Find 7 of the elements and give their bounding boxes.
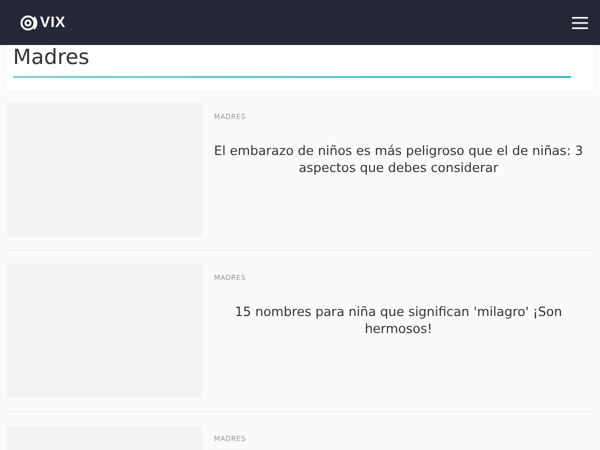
menu-button[interactable] — [570, 14, 590, 30]
section-title: Madres — [13, 45, 90, 69]
menu-icon — [572, 16, 588, 28]
eye-logo-icon — [20, 14, 38, 30]
vix-logo[interactable]: VIX — [20, 14, 66, 31]
article-title[interactable]: El embarazo de niños es más peligroso que el de niñas: 3 aspectos que debes considerar — [214, 143, 583, 177]
article-title[interactable]: 15 nombres para niña que significan 'milagro' ¡Son hermosos! — [214, 304, 583, 338]
